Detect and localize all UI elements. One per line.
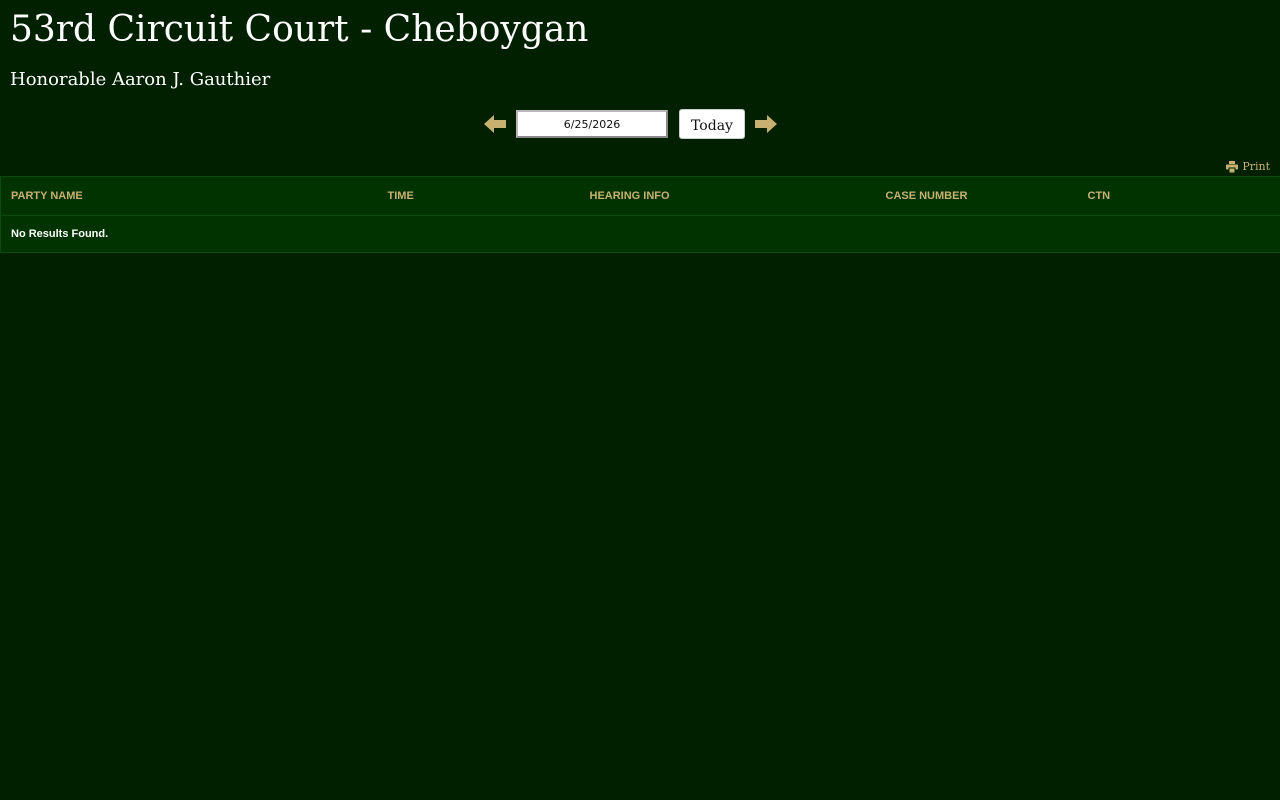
printer-icon <box>1226 160 1239 173</box>
date-navigation: Today <box>0 109 1280 139</box>
table-row: No Results Found. <box>0 215 1280 253</box>
arrow-right-icon[interactable] <box>755 114 777 134</box>
column-header-ctn[interactable]: CTN <box>1077 176 1280 216</box>
page-title: 53rd Circuit Court - Cheboygan <box>10 9 589 50</box>
judge-name: Honorable Aaron J. Gauthier <box>10 69 271 90</box>
column-header-party-name[interactable]: PARTY NAME <box>0 176 378 216</box>
arrow-left-icon[interactable] <box>484 114 506 134</box>
today-button[interactable]: Today <box>679 109 745 139</box>
print-link[interactable]: Print <box>1226 160 1270 173</box>
column-header-hearing-info[interactable]: HEARING INFO <box>579 176 876 216</box>
print-label: Print <box>1242 160 1270 173</box>
table-header-row: PARTY NAME TIME HEARING INFO CASE NUMBER… <box>0 176 1280 216</box>
column-header-case-number[interactable]: CASE NUMBER <box>875 176 1078 216</box>
results-table: PARTY NAME TIME HEARING INFO CASE NUMBER… <box>0 176 1280 253</box>
empty-results-message: No Results Found. <box>0 215 1280 253</box>
date-input[interactable] <box>516 110 668 138</box>
column-header-time[interactable]: TIME <box>377 176 580 216</box>
